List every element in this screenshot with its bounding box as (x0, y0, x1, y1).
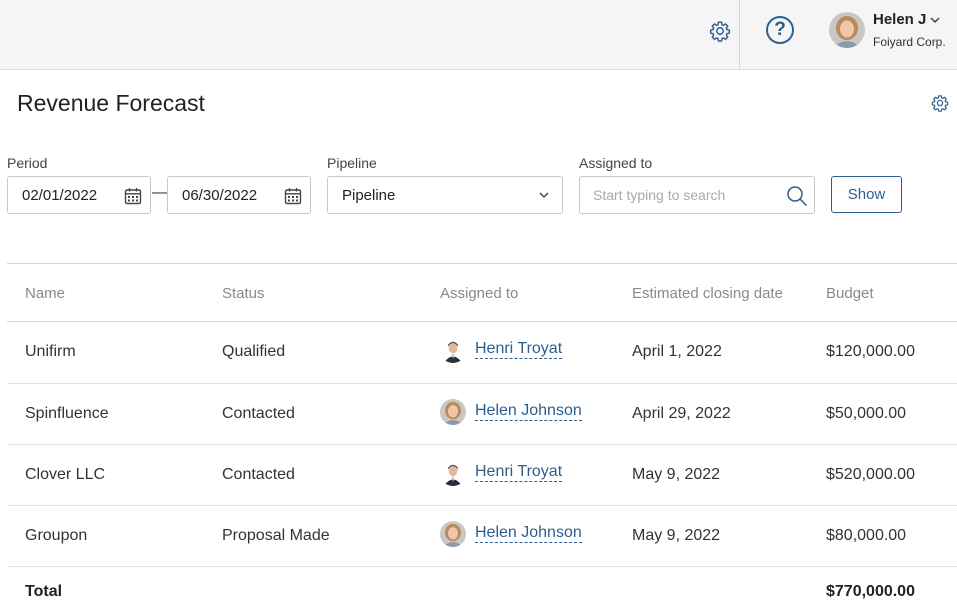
status-text: Contacted (222, 466, 295, 483)
avatar (440, 521, 466, 547)
budget-value: $520,000.00 (826, 466, 915, 483)
table-row: Unifirm Qualified Henri Troyat April 1, … (7, 322, 957, 383)
budget-value: $80,000.00 (826, 527, 907, 544)
date-to-value: 06/30/2022 (182, 187, 258, 204)
search-input[interactable] (580, 177, 814, 213)
calendar-icon[interactable] (284, 187, 302, 205)
pipeline-label: Pipeline (327, 155, 377, 171)
pipeline-select-value: Pipeline (342, 187, 396, 204)
page-title: Revenue Forecast (17, 90, 205, 116)
assignee-link[interactable]: Henri Troyat (475, 463, 563, 482)
assignee-link[interactable]: Helen Johnson (475, 402, 582, 421)
table-row: Groupon Proposal Made Helen Johnson May … (7, 505, 957, 566)
avatar[interactable] (829, 12, 865, 48)
help-button[interactable]: ? (766, 16, 794, 44)
budget-value: $120,000.00 (826, 343, 915, 360)
forecast-table: Name Status Assigned to Estimated closin… (7, 263, 957, 614)
status-text: Proposal Made (222, 527, 330, 544)
date-separator: — (152, 184, 168, 201)
question-mark-icon: ? (774, 19, 786, 40)
assigned-search-field (579, 176, 815, 214)
column-header-closing-date[interactable]: Estimated closing date (632, 285, 783, 302)
date-from-field[interactable]: 02/01/2022 (7, 176, 151, 214)
avatar (440, 460, 466, 486)
deal-name-link[interactable]: Unifirm (25, 343, 76, 361)
assigned-label: Assigned to (579, 155, 653, 171)
assignee-link[interactable]: Henri Troyat (475, 340, 563, 359)
company-name: Foiyard Corp. (873, 35, 946, 49)
period-label: Period (7, 155, 48, 171)
top-bar: ? Helen J Foiyard Corp. (0, 0, 957, 70)
deal-name-link[interactable]: Clover LLC (25, 466, 105, 484)
chevron-down-icon[interactable] (929, 15, 941, 25)
date-to-field[interactable]: 06/30/2022 (167, 176, 311, 214)
closing-date: April 29, 2022 (632, 405, 731, 422)
date-from-value: 02/01/2022 (22, 187, 98, 204)
budget-value: $50,000.00 (826, 405, 907, 422)
search-icon[interactable] (786, 185, 808, 207)
status-text: Qualified (222, 343, 286, 360)
gear-icon[interactable] (709, 20, 731, 42)
calendar-icon[interactable] (124, 187, 142, 205)
status-text: Contacted (222, 405, 295, 422)
pipeline-select[interactable]: Pipeline (327, 176, 563, 214)
table-row: Clover LLC Contacted Henri Troyat May 9,… (7, 444, 957, 505)
table-row: Spinfluence Contacted Helen Johnson Apri… (7, 383, 957, 444)
deal-name-link[interactable]: Spinfluence (25, 405, 109, 423)
column-header-status[interactable]: Status (222, 285, 265, 302)
user-name[interactable]: Helen J (873, 11, 926, 28)
closing-date: April 1, 2022 (632, 343, 722, 360)
column-header-budget[interactable]: Budget (826, 285, 874, 302)
chevron-down-icon (538, 190, 550, 200)
table-total-row: Total $770,000.00 (7, 566, 957, 614)
avatar (440, 399, 466, 425)
gear-icon[interactable] (931, 94, 949, 112)
assignee-link[interactable]: Helen Johnson (475, 524, 582, 543)
column-header-name[interactable]: Name (25, 285, 65, 302)
table-header: Name Status Assigned to Estimated closin… (7, 263, 957, 322)
divider (739, 0, 740, 69)
avatar (440, 337, 466, 363)
closing-date: May 9, 2022 (632, 466, 721, 483)
column-header-assigned[interactable]: Assigned to (440, 285, 518, 302)
closing-date: May 9, 2022 (632, 527, 721, 544)
deal-name-link[interactable]: Groupon (25, 527, 87, 545)
show-button[interactable]: Show (831, 176, 902, 213)
total-value: $770,000.00 (826, 583, 915, 600)
total-label: Total (25, 583, 63, 600)
